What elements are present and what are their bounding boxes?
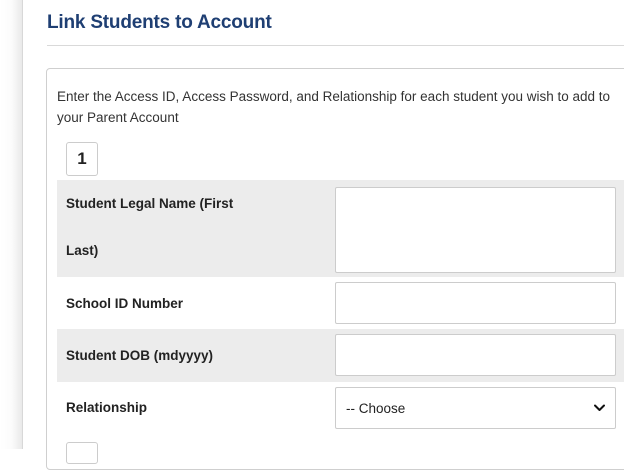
legal-name-input[interactable] [335, 187, 616, 273]
legal-name-label: Student Legal Name (First Last) [66, 196, 234, 258]
relationship-label: Relationship [66, 400, 148, 415]
student-number-badge: 1 [66, 142, 98, 176]
relationship-row: Relationship -- Choose [57, 382, 624, 438]
dob-input[interactable] [335, 334, 616, 376]
title-divider [47, 45, 624, 46]
relationship-select[interactable]: -- Choose [335, 387, 616, 429]
dob-label: Student DOB (mdyyyy) [66, 348, 214, 363]
relationship-select-value: -- Choose [346, 400, 406, 416]
legal-name-row: Student Legal Name (First Last) [57, 180, 624, 277]
school-id-row: School ID Number [57, 277, 624, 329]
student-number-badge-next [66, 442, 98, 464]
dob-row: Student DOB (mdyyyy) [57, 329, 624, 382]
instructions-text: Enter the Access ID, Access Password, an… [57, 89, 611, 125]
sidebar-edge [0, 0, 23, 449]
page-title: Link Students to Account [47, 12, 272, 33]
chevron-down-icon [594, 404, 605, 412]
school-id-label: School ID Number [66, 296, 184, 311]
school-id-input[interactable] [335, 282, 616, 324]
